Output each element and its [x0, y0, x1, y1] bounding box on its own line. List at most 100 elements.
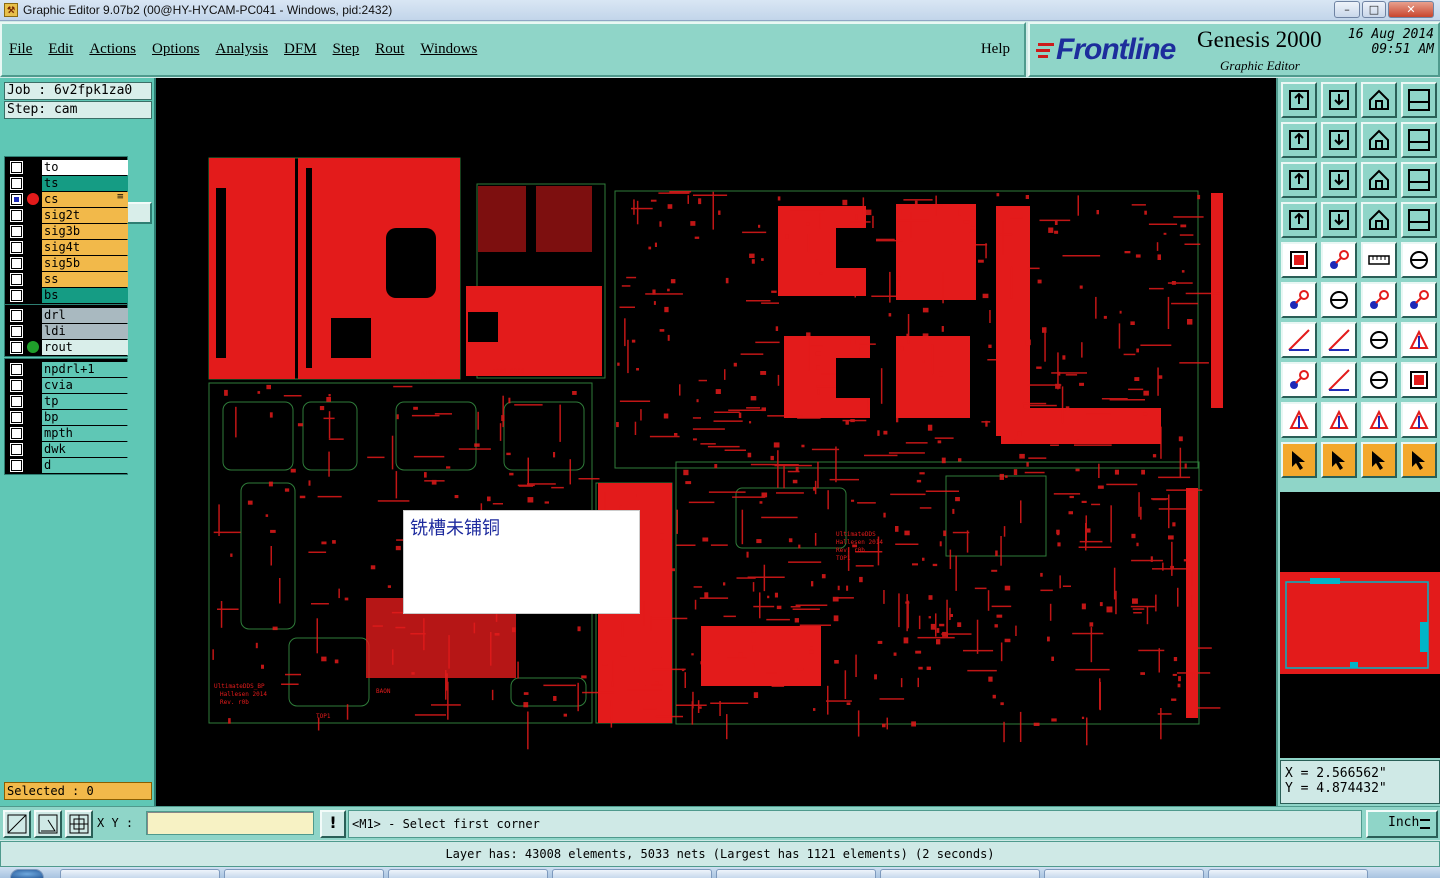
layer-checkbox[interactable]: [10, 442, 23, 456]
layer-row-mpth[interactable]: mpth: [7, 425, 128, 441]
layer-display-alt-button[interactable]: [1401, 202, 1437, 238]
layer-row-bs[interactable]: bs: [7, 287, 128, 303]
window-view-button[interactable]: [1401, 82, 1437, 118]
menu-edit[interactable]: Edit: [48, 41, 73, 58]
menu-step[interactable]: Step: [333, 41, 360, 58]
layer-name[interactable]: sig4t: [42, 239, 128, 255]
layer-checkbox[interactable]: [10, 362, 23, 376]
menu-analysis[interactable]: Analysis: [216, 41, 269, 58]
minimize-button[interactable]: –: [1334, 1, 1360, 18]
taskbar-item-6[interactable]: [880, 869, 1040, 878]
layer-name[interactable]: cvia: [42, 377, 128, 393]
layer-checkbox[interactable]: [10, 224, 23, 238]
layer-row-rout[interactable]: rout: [7, 339, 128, 355]
layer-checkbox[interactable]: [10, 378, 23, 392]
maximize-button[interactable]: □: [1362, 1, 1386, 18]
layer-row-cvia[interactable]: cvia: [7, 377, 128, 393]
taskbar-item-3[interactable]: [388, 869, 548, 878]
ruler-measure-button[interactable]: [1361, 242, 1397, 278]
dim-arrows-button[interactable]: [1361, 362, 1397, 398]
cross-node-button[interactable]: [1321, 282, 1357, 318]
layer-checkbox[interactable]: [10, 256, 23, 270]
layer-checkbox[interactable]: [10, 272, 23, 286]
layer-checkbox[interactable]: [10, 394, 23, 408]
pad-dot-button[interactable]: [1401, 242, 1437, 278]
triangle-up-button[interactable]: [1321, 402, 1357, 438]
pcb-panel[interactable]: ATOO UDDS DOCS TOP1 TOP1 BAON UltimateDD…: [156, 78, 1276, 806]
layer-row-sig2t[interactable]: sig2t: [7, 207, 128, 223]
layer-checkbox[interactable]: [10, 324, 23, 338]
layer-checkbox[interactable]: [10, 240, 23, 254]
alert-button[interactable]: !: [320, 810, 346, 838]
grid-button[interactable]: [1321, 202, 1357, 238]
layer-name[interactable]: sig5b: [42, 255, 128, 271]
layer-name[interactable]: ts: [42, 175, 128, 191]
menu-rout[interactable]: Rout: [375, 41, 404, 58]
menu-windows[interactable]: Windows: [420, 41, 477, 58]
line-add-button[interactable]: [1361, 282, 1397, 318]
pan-right-button[interactable]: [1321, 122, 1357, 158]
zoom-one-two-button[interactable]: [1361, 162, 1397, 198]
pointer-button[interactable]: [1281, 442, 1317, 478]
layer-name[interactable]: bs: [42, 287, 128, 303]
taskbar-item-2[interactable]: [224, 869, 384, 878]
help-query-button[interactable]: [1401, 162, 1437, 198]
layer-name[interactable]: sig3b: [42, 223, 128, 239]
layer-name[interactable]: ss: [42, 271, 128, 287]
menu-options[interactable]: Options: [152, 41, 200, 58]
shapes-button[interactable]: [1401, 362, 1437, 398]
layer-row-drl[interactable]: drl: [7, 307, 128, 323]
menu-file[interactable]: File: [9, 41, 32, 58]
layer-checkbox[interactable]: [10, 176, 23, 190]
layer-checkbox[interactable]: [10, 288, 23, 302]
pointer-multi-button[interactable]: [1401, 442, 1437, 478]
pointer-box-button[interactable]: [1321, 442, 1357, 478]
overview-map[interactable]: [1280, 492, 1440, 758]
layer-display-button[interactable]: [1361, 202, 1397, 238]
fit-all-button[interactable]: [1321, 162, 1357, 198]
layer-row-d[interactable]: d: [7, 457, 128, 473]
layer-row-sig4t[interactable]: sig4t: [7, 239, 128, 255]
triangle-red-button[interactable]: [1361, 402, 1397, 438]
layer-row-sig3b[interactable]: sig3b: [7, 223, 128, 239]
layer-checkbox[interactable]: [10, 160, 23, 174]
layer-name[interactable]: d: [42, 457, 128, 473]
close-button[interactable]: ✕: [1388, 1, 1434, 18]
zoom-box-button[interactable]: [1401, 122, 1437, 158]
mirror-button[interactable]: [1401, 322, 1437, 358]
layer-row-tp[interactable]: tp: [7, 393, 128, 409]
cut-line-button[interactable]: [1321, 362, 1357, 398]
layer-row-ts[interactable]: ts: [7, 175, 128, 191]
layer-row-dwk[interactable]: dwk: [7, 441, 128, 457]
layer-name[interactable]: ldi: [42, 323, 128, 339]
layer-row-cs[interactable]: cs ≡: [7, 191, 128, 207]
taskbar-item-5[interactable]: [716, 869, 876, 878]
menu-help[interactable]: Help: [981, 41, 1010, 58]
xy-input[interactable]: [146, 811, 314, 835]
angle-line-button[interactable]: [1281, 322, 1317, 358]
layer-row-bp[interactable]: bp: [7, 409, 128, 425]
layer-row-ss[interactable]: ss: [7, 271, 128, 287]
pointer-circle-button[interactable]: [1361, 442, 1397, 478]
layer-name[interactable]: cs: [42, 191, 128, 207]
select-poly-button[interactable]: [1321, 242, 1357, 278]
layer-name[interactable]: npdrl+1: [42, 361, 128, 377]
snap-angle-button[interactable]: [34, 810, 62, 838]
zoom-home-bottom-button[interactable]: [1321, 82, 1357, 118]
triangle-line-button[interactable]: [1401, 402, 1437, 438]
line-edit-button[interactable]: [1401, 282, 1437, 318]
layer-name[interactable]: mpth: [42, 425, 128, 441]
layer-checkbox[interactable]: [10, 308, 23, 322]
layer-checkbox[interactable]: [10, 340, 23, 354]
layer-row-npdrl1[interactable]: npdrl+1: [7, 361, 128, 377]
taskbar-item-4[interactable]: [552, 869, 712, 878]
triangle-warn-button[interactable]: [1281, 402, 1317, 438]
ruler-tool-button[interactable]: [1281, 202, 1317, 238]
layer-checkbox[interactable]: [10, 192, 23, 206]
layer-row-sig5b[interactable]: sig5b: [7, 255, 128, 271]
layer-name[interactable]: tp: [42, 393, 128, 409]
rotate-button[interactable]: [1361, 322, 1397, 358]
layer-name[interactable]: sig2t: [42, 207, 128, 223]
menu-dfm[interactable]: DFM: [284, 41, 317, 58]
start-button[interactable]: [10, 869, 44, 878]
